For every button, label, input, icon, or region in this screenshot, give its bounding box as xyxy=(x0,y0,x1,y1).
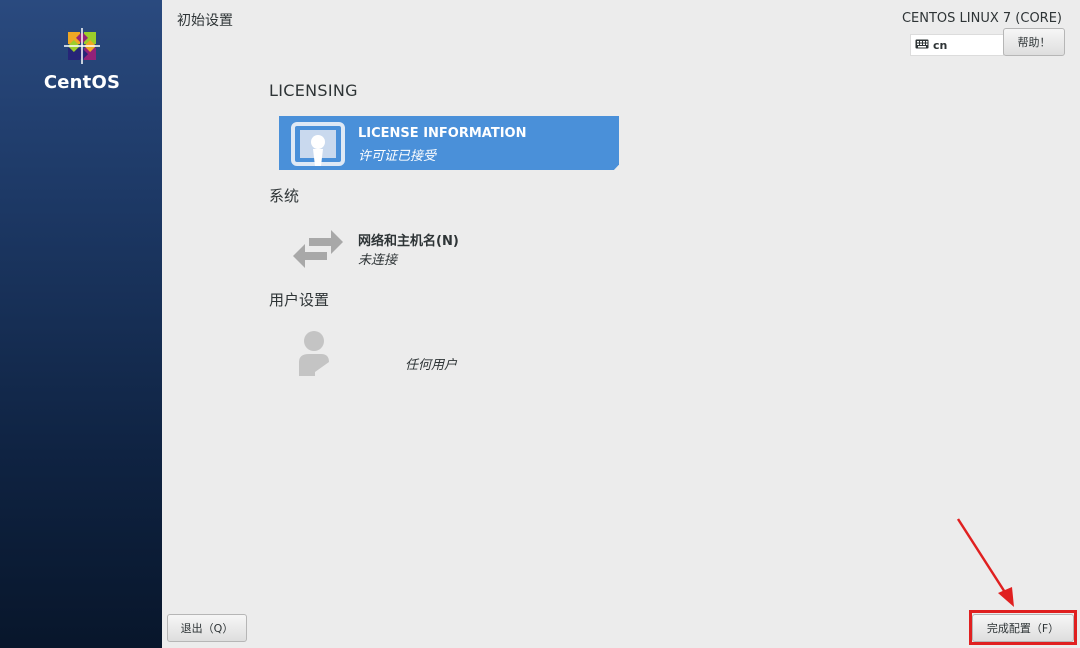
annotation-arrow-icon xyxy=(956,518,1014,607)
centos-logo-icon xyxy=(64,28,100,64)
keyboard-layout-indicator[interactable]: cn xyxy=(910,34,1004,56)
sidebar: CentOS xyxy=(0,0,162,648)
user-icon xyxy=(291,328,345,376)
quit-button[interactable]: 退出（Q） xyxy=(167,614,247,642)
brand-name: CentOS xyxy=(43,72,121,93)
license-icon xyxy=(291,120,345,168)
page-title: 初始设置 xyxy=(177,13,233,29)
section-system-header: 系统 xyxy=(269,187,300,205)
spoke-license-information[interactable]: LICENSE INFORMATION 许可证已接受 xyxy=(279,116,619,170)
network-arrows-icon xyxy=(291,224,345,272)
spoke-license-status: 许可证已接受 xyxy=(358,149,437,164)
section-user-settings-header: 用户设置 xyxy=(269,291,330,309)
section-licensing-header: LICENSING xyxy=(269,81,358,100)
main-panel: 初始设置 CENTOS LINUX 7 (CORE) cn 帮助！ LICENS… xyxy=(162,0,1080,648)
spoke-network-status: 未连接 xyxy=(358,253,398,268)
product-name: CENTOS LINUX 7 (CORE) xyxy=(901,11,1062,26)
spoke-license-title: LICENSE INFORMATION xyxy=(358,126,527,141)
help-button[interactable]: 帮助！ xyxy=(1003,28,1065,56)
keyboard-icon xyxy=(915,39,929,52)
centos-logo: CentOS xyxy=(30,26,134,93)
spoke-network-hostname[interactable]: 网络和主机名(N) 未连接 xyxy=(279,220,619,274)
spoke-network-title: 网络和主机名(N) xyxy=(358,234,459,249)
spoke-user-creation[interactable]: 任何用户 xyxy=(279,324,619,378)
spoke-user-status: 任何用户 xyxy=(405,358,458,373)
finish-button-highlight-box xyxy=(969,610,1077,645)
keyboard-layout-label: cn xyxy=(933,38,948,52)
